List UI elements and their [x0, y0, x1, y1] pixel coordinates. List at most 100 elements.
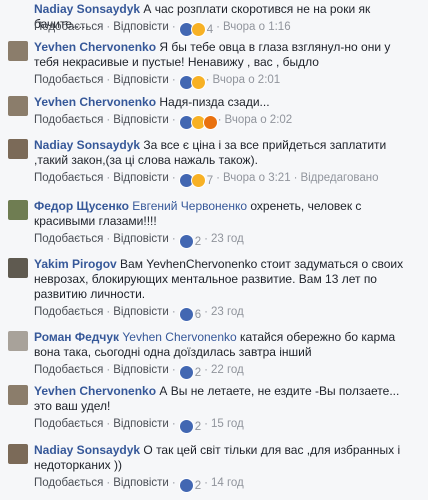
separator: ·	[171, 74, 176, 86]
avatar[interactable]	[8, 444, 28, 464]
comment: Yevhen Chervonenko Надя-пизда сзади... По…	[0, 93, 428, 131]
reply-link[interactable]: Відповісти	[113, 172, 169, 184]
haha-reaction-icon	[190, 22, 206, 38]
comment: Nadiay Sonsaydyk За все є ціна і за все …	[0, 136, 428, 189]
comment-actions: Подобається · Відповісти · 7 · Вчора о 3:21 · Ві…	[34, 172, 378, 189]
like-link[interactable]: Подобається	[34, 114, 103, 126]
avatar[interactable]	[8, 385, 28, 405]
timestamp[interactable]: Вчора о 3:21	[223, 172, 291, 184]
timestamp[interactable]: 15 год	[211, 418, 244, 430]
like-reaction-icon	[178, 365, 194, 381]
comment: Роман Федчук Yevhen Chervonenko катайся …	[0, 328, 428, 381]
like-reaction-icon	[178, 234, 194, 250]
comment-text: Yevhen Chervonenko Надя-пизда сзади...	[34, 95, 416, 110]
comment-author[interactable]: Nadiay Sonsaydyk	[34, 443, 140, 457]
comment-text: Nadiay Sonsaydyk За все є ціна і за все …	[34, 138, 416, 168]
comment-text: Yevhen Chervonenko Я бы тебе овца в глаз…	[34, 40, 416, 70]
separator: ·	[205, 74, 210, 86]
comment-author[interactable]: Yakim Pirogov	[34, 257, 117, 271]
reactions[interactable]: 7	[178, 173, 213, 189]
comment-actions: Подобається · Відповісти · 2 · 23 год	[34, 233, 244, 250]
reply-link[interactable]: Відповісти	[113, 477, 169, 489]
timestamp[interactable]: 14 год	[211, 477, 244, 489]
haha-reaction-icon	[190, 173, 206, 189]
separator: ·	[171, 114, 176, 126]
edited-label[interactable]: Відредаговано	[300, 172, 378, 184]
like-link[interactable]: Подобається	[34, 172, 103, 184]
like-link[interactable]: Подобається	[34, 21, 103, 33]
reply-link[interactable]: Відповісти	[113, 364, 169, 376]
avatar[interactable]	[8, 200, 28, 220]
reply-link[interactable]: Відповісти	[113, 114, 169, 126]
separator: ·	[106, 74, 111, 86]
separator: ·	[204, 306, 208, 318]
comment-actions: Подобається · Відповісти · 6 · 23 год	[34, 306, 244, 323]
comment-text: Yakim Pirogov Вам YevhenChervonenko стои…	[34, 257, 416, 302]
separator: ·	[171, 21, 176, 33]
comment-author[interactable]: Роман Федчук	[34, 330, 119, 344]
comment: Yevhen Chervonenko Я бы тебе овца в глаз…	[0, 38, 428, 91]
like-link[interactable]: Подобається	[34, 364, 103, 376]
mentioned-user[interactable]: Yevhen Chervonenko	[122, 330, 236, 344]
like-link[interactable]: Подобається	[34, 418, 103, 430]
reactions[interactable]	[178, 75, 206, 91]
comment-actions: Подобається · Відповісти · 4 · Вчора о 1:16	[34, 21, 291, 38]
separator: ·	[293, 172, 298, 184]
comment-actions: Подобається · Відповісти · 2 · 14 год	[34, 477, 244, 494]
reactions[interactable]: 2	[178, 419, 201, 435]
separator: ·	[106, 114, 111, 126]
reactions[interactable]	[178, 115, 218, 131]
reply-link[interactable]: Відповісти	[113, 306, 169, 318]
avatar[interactable]	[8, 258, 28, 278]
like-link[interactable]: Подобається	[34, 306, 103, 318]
separator: ·	[171, 233, 176, 245]
reply-link[interactable]: Відповісти	[113, 418, 169, 430]
separator: ·	[171, 477, 176, 489]
comment-author[interactable]: Федор Щусенко	[34, 199, 129, 213]
separator: ·	[204, 477, 208, 489]
comment-author[interactable]: Yevhen Chervonenko	[34, 95, 156, 109]
comment-author[interactable]: Yevhen Chervonenko	[34, 384, 156, 398]
reactions[interactable]: 4	[178, 22, 213, 38]
comment: Nadiay Sonsaydyk О так цей світ тільки д…	[0, 441, 428, 494]
reactions[interactable]: 2	[178, 478, 201, 494]
comment-author[interactable]: Nadiay Sonsaydyk	[34, 138, 140, 152]
timestamp[interactable]: Вчора о 1:16	[223, 21, 291, 33]
timestamp[interactable]: Вчора о 2:02	[225, 114, 293, 126]
reactions[interactable]: 2	[178, 234, 201, 250]
comment-actions: Подобається · Відповісти · · Вчора о 2:02	[34, 114, 293, 131]
like-link[interactable]: Подобається	[34, 233, 103, 245]
separator: ·	[204, 233, 208, 245]
comment-author[interactable]: Nadiay Sonsaydyk	[34, 2, 140, 16]
avatar[interactable]	[8, 139, 28, 159]
timestamp[interactable]: 22 год	[211, 364, 244, 376]
reply-link[interactable]: Відповісти	[113, 21, 169, 33]
avatar[interactable]	[8, 331, 28, 351]
separator: ·	[106, 21, 111, 33]
reactions[interactable]: 6	[178, 307, 201, 323]
comment-actions: Подобається · Відповісти · 2 · 22 год	[34, 364, 244, 381]
comment-author[interactable]: Yevhen Chervonenko	[34, 40, 156, 54]
like-link[interactable]: Подобається	[34, 74, 103, 86]
comment-text: Yevhen Chervonenko А Вы не летаете, не е…	[34, 384, 416, 414]
timestamp[interactable]: 23 год	[211, 306, 244, 318]
like-link[interactable]: Подобається	[34, 477, 103, 489]
reply-link[interactable]: Відповісти	[113, 233, 169, 245]
timestamp[interactable]: Вчора о 2:01	[213, 74, 281, 86]
separator: ·	[106, 172, 111, 184]
reactions[interactable]: 2	[178, 365, 201, 381]
comment: Yevhen Chervonenko А Вы не летаете, не е…	[0, 382, 428, 435]
timestamp[interactable]: 23 год	[211, 233, 244, 245]
separator: ·	[216, 172, 220, 184]
comment: Nadiay Sonsaydyk А час розплати скоротив…	[0, 0, 428, 38]
separator: ·	[106, 306, 111, 318]
comment-text: Федор Щусенко Евгений Червоненко охренет…	[34, 199, 416, 229]
comment-text: Nadiay Sonsaydyk О так цей світ тільки д…	[34, 443, 416, 473]
mentioned-user[interactable]: Евгений Червоненко	[132, 199, 247, 213]
avatar[interactable]	[8, 96, 28, 116]
reply-link[interactable]: Відповісти	[113, 74, 169, 86]
separator: ·	[171, 364, 176, 376]
separator: ·	[204, 364, 208, 376]
avatar[interactable]	[8, 41, 28, 61]
like-reaction-icon	[178, 307, 194, 323]
